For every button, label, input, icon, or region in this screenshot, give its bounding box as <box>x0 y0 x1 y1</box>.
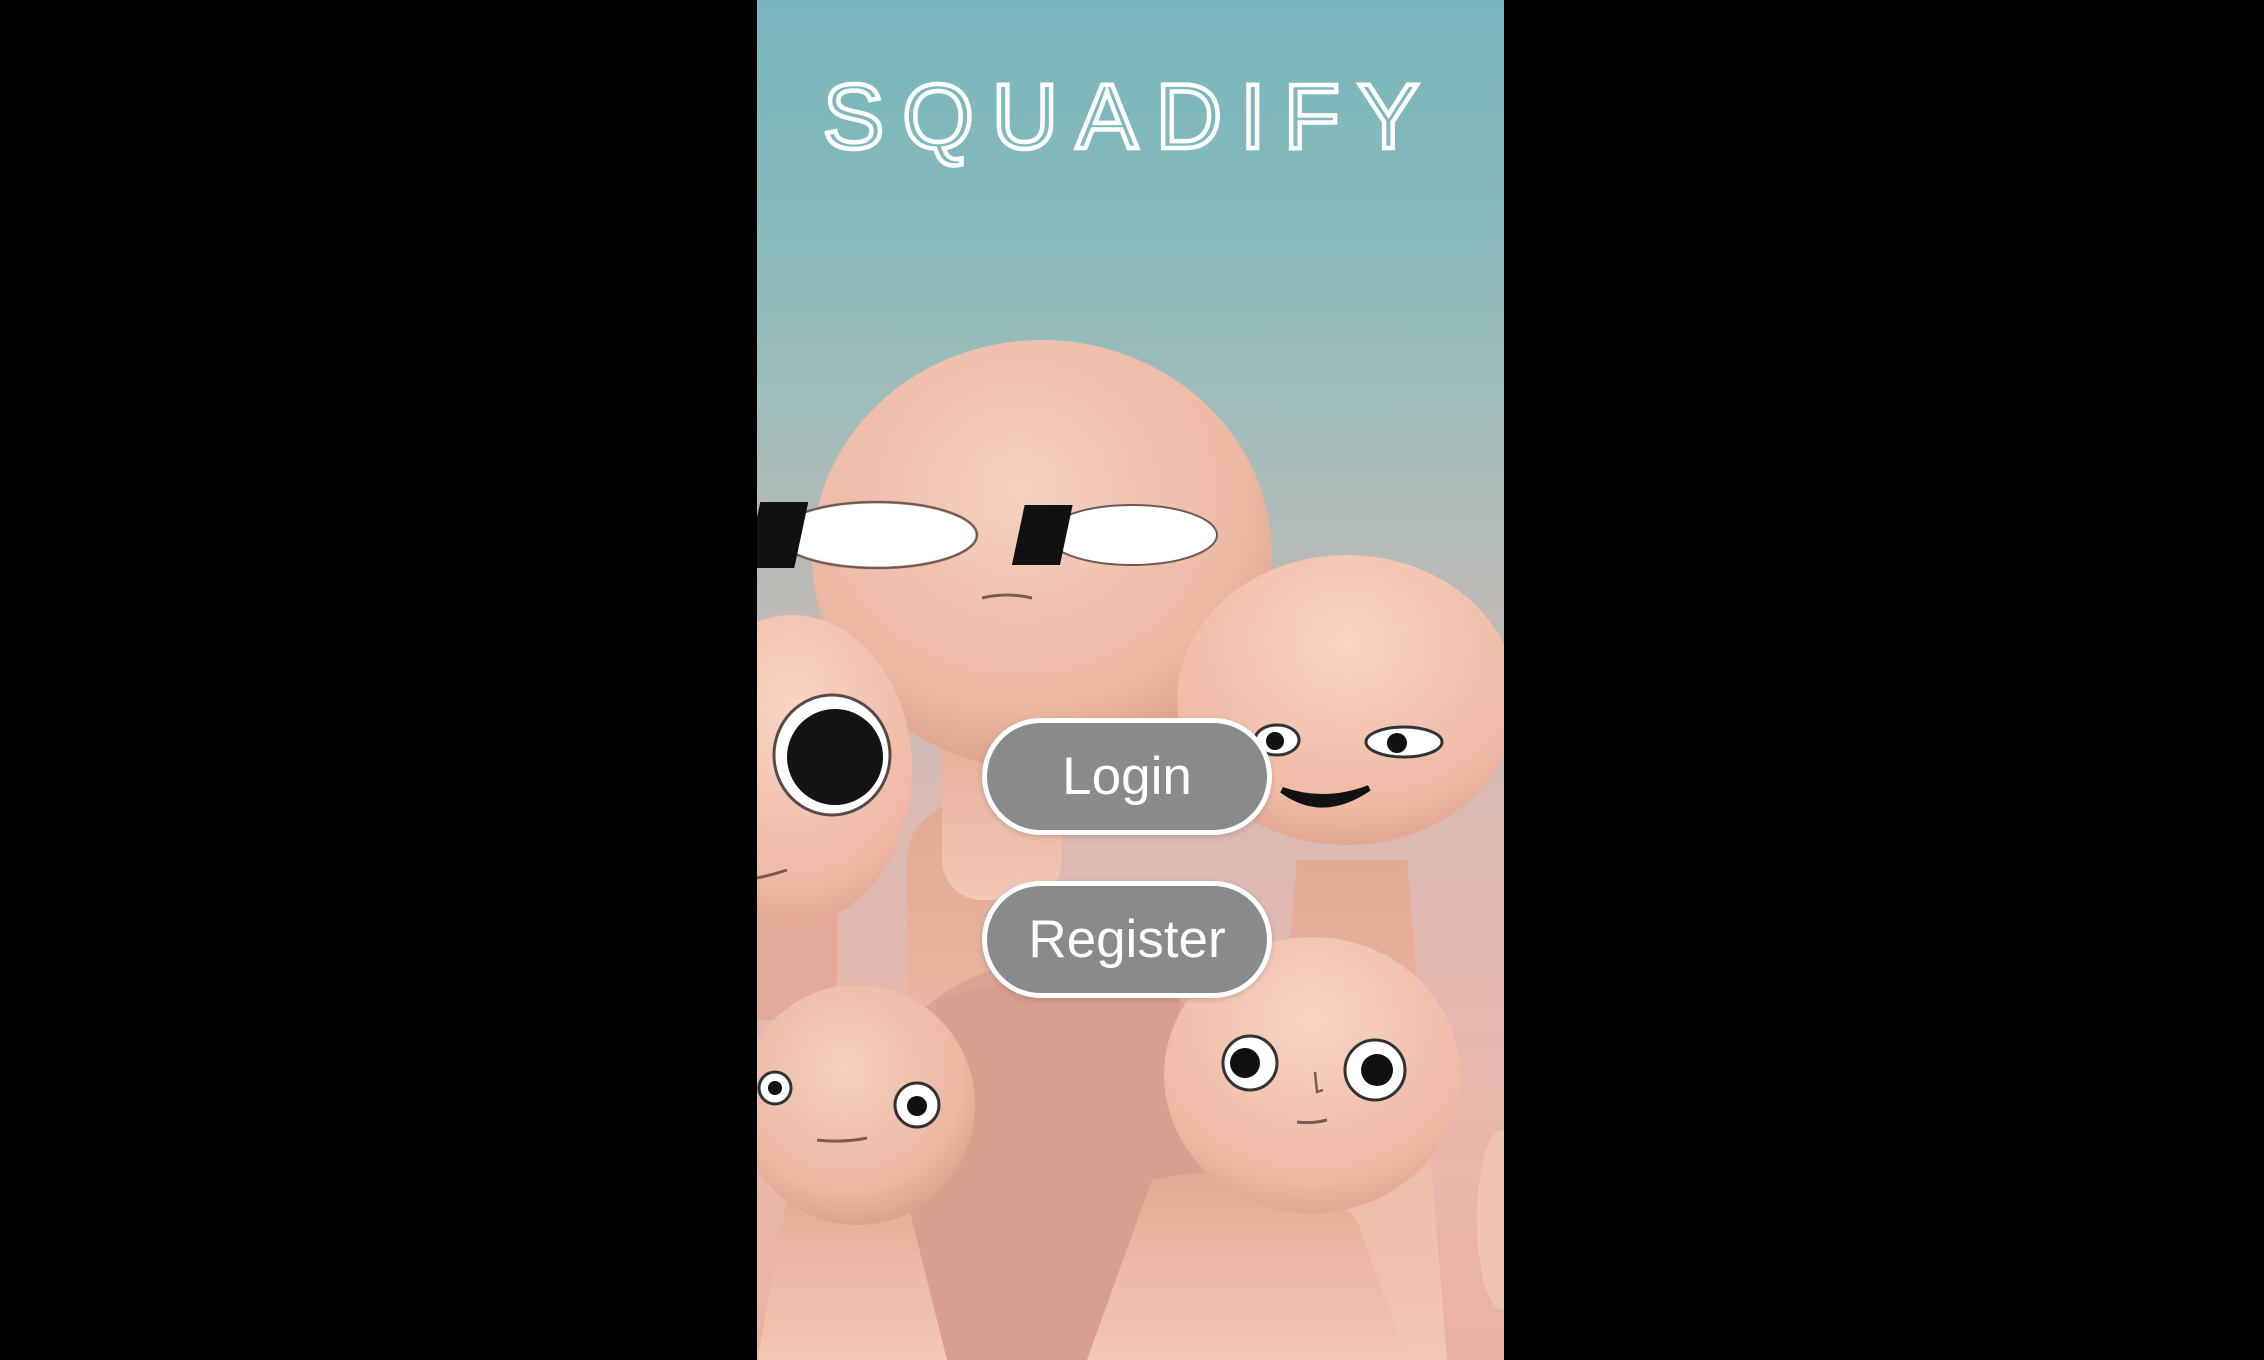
register-button-label: Register <box>1028 910 1226 969</box>
app-screen: SQUADIFY <box>757 0 1504 1360</box>
register-button[interactable]: Register <box>982 881 1272 998</box>
login-button[interactable]: Login <box>982 718 1272 835</box>
characters-illustration <box>757 340 1504 1360</box>
app-logo-text: SQUADIFY <box>823 66 1437 168</box>
login-button-label: Login <box>1062 747 1192 806</box>
app-logo: SQUADIFY <box>821 64 1437 171</box>
